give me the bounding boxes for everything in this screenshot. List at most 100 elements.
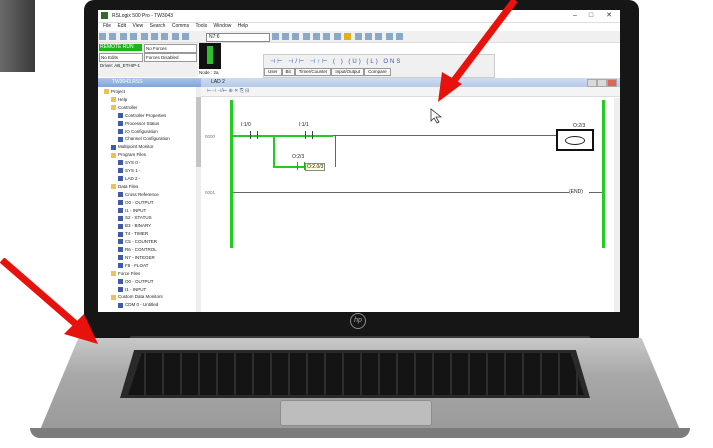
project-tree-item[interactable]: Force Files [111, 271, 140, 276]
replace-icon[interactable] [292, 33, 300, 40]
zoom-out-icon[interactable] [323, 33, 331, 40]
project-tree-label: CDM 0 - Untitled [125, 302, 159, 308]
project-tree-item[interactable]: O0 - OUTPUT [118, 200, 154, 205]
project-tree-item[interactable]: Program Files [111, 152, 146, 158]
forward-icon[interactable] [396, 33, 404, 40]
ladder-scrollbar[interactable] [614, 98, 620, 312]
forces-enabled-status[interactable]: Forces Disabled [144, 53, 197, 62]
output-coil[interactable] [556, 129, 594, 151]
project-tree-label: Custom Data Monitors [118, 294, 163, 300]
menu-window[interactable]: Window [214, 23, 232, 29]
project-tree-item[interactable]: Multipoint Monitor [111, 144, 154, 150]
project-tree-item[interactable]: Help [111, 97, 127, 103]
ladder-minimize-button[interactable] [587, 79, 597, 87]
tab-user[interactable]: User [264, 68, 282, 76]
project-tree-item[interactable]: Project [104, 89, 125, 95]
tab-input-output[interactable]: Input/Output [331, 68, 365, 76]
project-tree-item[interactable]: Custom Data Monitors [111, 294, 163, 300]
contact-examine-on[interactable] [305, 131, 313, 139]
undo-icon[interactable] [171, 33, 179, 40]
project-tree-item[interactable]: N7 - INTEGER [118, 255, 155, 261]
project-tree-item[interactable]: Controller Properties [118, 113, 166, 118]
project-tree-item[interactable]: I1 - INPUT [118, 287, 146, 292]
settings-icon[interactable] [375, 33, 383, 40]
run-mode-indicator[interactable]: REMOTE RUN [99, 44, 142, 51]
file-icon [118, 207, 123, 213]
project-tree-label: Processor Status [125, 120, 160, 126]
branch-contact[interactable] [297, 162, 305, 170]
ladder-close-button[interactable] [607, 79, 617, 87]
open-file-icon[interactable] [109, 33, 117, 40]
compile-icon[interactable] [344, 33, 352, 40]
print-icon[interactable] [130, 33, 138, 40]
project-tree-item[interactable]: Channel Configuration [118, 136, 170, 142]
project-tree-item[interactable]: SYS 0 - [118, 160, 141, 166]
tab-bit[interactable]: Bit [281, 68, 295, 76]
menu-search[interactable]: Search [150, 23, 166, 29]
edits-status[interactable]: No Edits [99, 53, 143, 62]
project-tree-label: LAD 2 - [125, 175, 141, 181]
contact-examine-on[interactable] [250, 131, 258, 139]
project-tree-item[interactable]: SYS 1 - [118, 168, 141, 174]
ladder-window-title: LAD 2 [201, 78, 620, 87]
mouse-cursor-icon [430, 108, 443, 124]
minimize-button[interactable]: – [568, 11, 582, 21]
edit-rung-icon[interactable] [365, 33, 373, 40]
project-tree-item[interactable]: T4 - TIMER [118, 231, 148, 237]
paste-icon[interactable] [161, 33, 169, 40]
maximize-button[interactable]: □ [584, 11, 598, 21]
instruction-icons[interactable]: ⊣⊢ ⊣/⊢ ⊣↑⊢ ( ) (U) (L) ONS [270, 58, 402, 65]
zoom-in-icon[interactable] [313, 33, 321, 40]
menu-comms[interactable]: Comms [172, 23, 189, 29]
find-icon[interactable] [281, 33, 289, 40]
monitor-icon[interactable] [333, 33, 341, 40]
copy-icon[interactable] [150, 33, 158, 40]
back-icon[interactable] [385, 33, 393, 40]
new-file-icon[interactable] [99, 33, 106, 40]
menu-tools[interactable]: Tools [195, 23, 207, 29]
left-power-rail [230, 100, 233, 248]
folder-icon [111, 294, 116, 300]
project-tree-item[interactable]: Processor Status [118, 121, 159, 126]
menu-help[interactable]: Help [238, 23, 248, 29]
project-tree-item[interactable]: C5 - COUNTER [118, 239, 157, 245]
project-tree-item[interactable]: Data Files [111, 183, 139, 190]
project-tree-item[interactable]: R6 - CONTROL [118, 247, 157, 253]
project-tree-item[interactable]: F8 - FLOAT [118, 263, 148, 269]
file-icon [118, 136, 123, 142]
menu-edit[interactable]: Edit [117, 23, 126, 29]
verify-icon[interactable] [302, 33, 310, 40]
red-arrow-icon [0, 258, 98, 344]
menu-file[interactable]: File [103, 23, 111, 29]
forces-status[interactable]: No Forces [144, 44, 197, 53]
rung-number: 0000 [205, 134, 216, 139]
hp-logo: hp [350, 313, 366, 329]
project-tree-item[interactable]: IO Configuration [118, 129, 158, 134]
run-icon[interactable] [354, 33, 362, 40]
project-tree-item[interactable]: S2 - STATUS [118, 215, 152, 221]
laptop-screen: RSLogix 500 Pro - TW3043 – □ ✕ File Edit… [98, 10, 620, 312]
file-icon [111, 144, 116, 150]
project-tree-item[interactable]: B3 - BINARY [118, 223, 151, 229]
search-icon[interactable] [271, 33, 279, 40]
project-tree-item[interactable]: Controller [111, 105, 138, 111]
project-tree-item[interactable]: Cross Reference [118, 192, 159, 197]
project-tree-label: Data Files [118, 183, 139, 189]
close-button[interactable]: ✕ [602, 11, 616, 21]
redo-icon[interactable] [182, 33, 190, 40]
save-icon[interactable] [119, 33, 127, 40]
project-tree-item[interactable]: O0 - OUTPUT [118, 279, 154, 284]
project-tree-item[interactable]: I1 - INPUT [118, 208, 146, 213]
tab-compare[interactable]: Compare [364, 68, 391, 76]
ladder-maximize-button[interactable] [597, 79, 607, 87]
project-tree-item[interactable]: LAD 2 - [118, 175, 141, 182]
address-input[interactable]: N7:6 [206, 33, 270, 42]
rung-wire-energized [233, 135, 333, 137]
cut-icon[interactable] [140, 33, 148, 40]
menu-view[interactable]: View [132, 23, 143, 29]
project-tree-header: TW3043.RSS [98, 78, 201, 87]
tab-timer-counter[interactable]: Timer/Counter [294, 68, 332, 76]
end-rung: (END) [569, 189, 583, 195]
coil-symbol [565, 136, 585, 145]
project-tree-item[interactable]: CDM 0 - Untitled [118, 302, 159, 308]
